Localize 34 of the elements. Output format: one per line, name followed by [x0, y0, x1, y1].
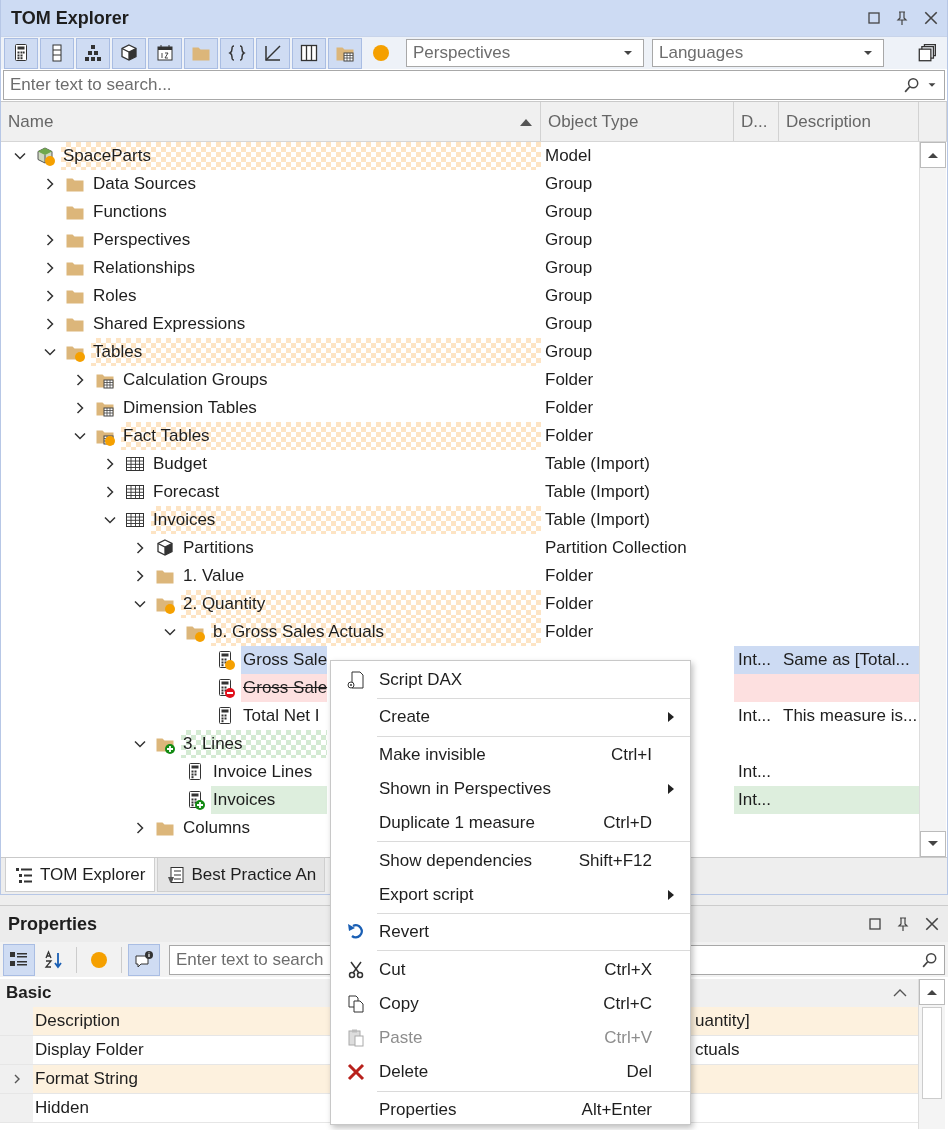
table-cell-text: Model — [544, 145, 593, 167]
table-cell-text: Table (Import) — [544, 453, 651, 475]
table-cell-text: Table (Import) — [544, 509, 651, 531]
panel-title: TOM Explorer — [11, 7, 129, 29]
property-name: Description — [35, 1011, 121, 1030]
table-cell-text: Group — [544, 173, 594, 195]
property-value: uantity] — [695, 1011, 750, 1031]
table-cell-text: Group — [544, 229, 594, 251]
table-cell-text: Group — [544, 285, 594, 307]
table-cell-text: Int... — [737, 761, 773, 783]
table-cell-text: Group — [544, 313, 594, 335]
table-cell-text: Folder — [544, 397, 595, 419]
table-cell-text: Folder — [544, 621, 595, 643]
panel-title: Properties — [8, 913, 98, 935]
property-name: Hidden — [35, 1098, 89, 1117]
table-cell-text: Partition Collection — [544, 537, 688, 559]
table-cell: Int... — [734, 786, 779, 814]
table-cell-text: This measure is... — [782, 705, 919, 727]
category-title: Basic — [6, 983, 52, 1003]
table-cell: Int... — [734, 646, 779, 674]
table-cell-text: Table (Import) — [544, 481, 651, 503]
property-name: Format String — [35, 1069, 138, 1088]
table-cell-text: Group — [544, 201, 594, 223]
table-cell-text: Folder — [544, 425, 595, 447]
property-value: ctuals — [695, 1040, 740, 1060]
table-cell-text: Int... — [737, 705, 773, 727]
table-cell-text: Folder — [544, 593, 595, 615]
table-cell: Same as [Total... — [779, 646, 919, 674]
table-cell-text: Group — [544, 341, 594, 363]
table-cell-text: Folder — [544, 565, 595, 587]
property-name: Display Folder — [35, 1040, 144, 1059]
table-cell-text: Folder — [544, 369, 595, 391]
column-title: Name — [8, 111, 54, 132]
table-cell-text: Group — [544, 257, 594, 279]
